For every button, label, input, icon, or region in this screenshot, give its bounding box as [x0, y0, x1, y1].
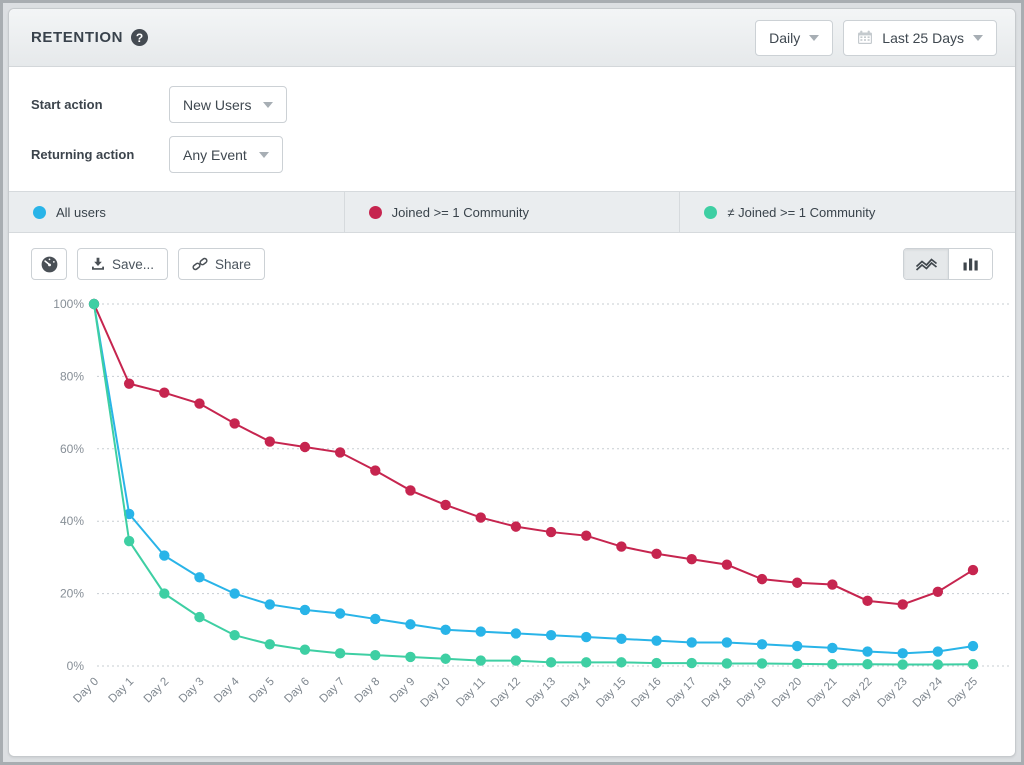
help-icon[interactable]: ?	[131, 29, 148, 46]
svg-text:Day 24: Day 24	[911, 675, 946, 710]
svg-text:Day 6: Day 6	[282, 676, 312, 706]
returning-action-row: Returning action Any Event	[31, 136, 993, 173]
legend-tab-not-joined-community[interactable]: ≠ Joined >= 1 Community	[679, 192, 1015, 232]
save-label: Save...	[112, 257, 154, 272]
start-action-row: Start action New Users	[31, 86, 993, 123]
svg-text:Day 12: Day 12	[489, 676, 523, 710]
gauge-icon	[40, 255, 59, 274]
chevron-down-icon	[809, 35, 819, 41]
svg-text:Day 20: Day 20	[770, 676, 804, 710]
retention-line-chart: 0%20%40%60%80%100%Day 0Day 1Day 2Day 3Da…	[9, 284, 1017, 744]
svg-text:Day 17: Day 17	[665, 676, 699, 710]
svg-text:80%: 80%	[60, 369, 84, 383]
add-to-dashboard-button[interactable]	[31, 248, 67, 280]
legend-label: Joined >= 1 Community	[392, 205, 529, 220]
svg-text:Day 5: Day 5	[247, 676, 277, 706]
granularity-dropdown[interactable]: Daily	[755, 20, 833, 56]
series-legend: All users Joined >= 1 Community ≠ Joined…	[9, 191, 1015, 233]
svg-text:Day 8: Day 8	[353, 676, 383, 706]
legend-label: All users	[56, 205, 106, 220]
start-action-dropdown[interactable]: New Users	[169, 86, 287, 123]
svg-text:Day 11: Day 11	[454, 676, 488, 710]
svg-text:Day 0: Day 0	[71, 676, 101, 706]
line-chart-toggle[interactable]	[904, 249, 948, 279]
svg-text:20%: 20%	[60, 587, 84, 601]
svg-text:Day 23: Day 23	[876, 676, 910, 710]
link-icon	[192, 256, 208, 272]
svg-text:Day 15: Day 15	[594, 676, 628, 710]
start-action-value: New Users	[183, 97, 251, 113]
svg-text:Day 3: Day 3	[177, 676, 207, 706]
svg-text:Day 2: Day 2	[142, 676, 172, 706]
series-dot-red	[369, 206, 382, 219]
svg-text:Day 21: Day 21	[805, 676, 839, 710]
chevron-down-icon	[263, 102, 273, 108]
chevron-down-icon	[259, 152, 269, 158]
date-range-value: Last 25 Days	[882, 30, 964, 46]
svg-text:Day 13: Day 13	[524, 676, 558, 710]
legend-label: ≠ Joined >= 1 Community	[727, 205, 875, 220]
svg-text:Day 19: Day 19	[735, 676, 769, 710]
svg-text:Day 18: Day 18	[700, 676, 734, 710]
date-range-dropdown[interactable]: Last 25 Days	[843, 20, 997, 56]
save-button[interactable]: Save...	[77, 248, 168, 280]
svg-text:Day 4: Day 4	[212, 675, 242, 705]
svg-text:Day 1: Day 1	[107, 676, 137, 706]
returning-action-dropdown[interactable]: Any Event	[169, 136, 283, 173]
bar-chart-toggle[interactable]	[948, 249, 992, 279]
bar-chart-icon	[962, 256, 979, 272]
page-title: RETENTION	[31, 29, 123, 46]
line-chart-icon	[915, 256, 938, 272]
svg-text:Day 16: Day 16	[629, 676, 663, 710]
chart-type-toggle	[903, 248, 993, 280]
chart-toolbar: Save... Share	[9, 248, 1015, 280]
svg-text:Day 7: Day 7	[318, 676, 348, 706]
svg-text:100%: 100%	[53, 297, 84, 311]
svg-text:60%: 60%	[60, 442, 84, 456]
panel-header: RETENTION ? Daily Last 25 Days	[9, 9, 1015, 67]
series-dot-blue	[33, 206, 46, 219]
series-dot-teal	[704, 206, 717, 219]
svg-text:Day 14: Day 14	[559, 675, 594, 710]
svg-text:Day 9: Day 9	[388, 676, 418, 706]
svg-text:Day 22: Day 22	[840, 676, 874, 710]
share-button[interactable]: Share	[178, 248, 265, 280]
chevron-down-icon	[973, 35, 983, 41]
returning-action-label: Returning action	[31, 147, 169, 162]
start-action-label: Start action	[31, 97, 169, 112]
svg-text:40%: 40%	[60, 514, 84, 528]
retention-chart: 0%20%40%60%80%100%Day 0Day 1Day 2Day 3Da…	[9, 284, 1015, 749]
svg-text:Day 10: Day 10	[418, 676, 452, 710]
calendar-icon	[857, 30, 873, 45]
download-icon	[91, 257, 105, 271]
retention-panel: RETENTION ? Daily Last 25 Days	[8, 8, 1016, 757]
svg-text:Day 25: Day 25	[946, 676, 980, 710]
legend-tab-joined-community[interactable]: Joined >= 1 Community	[344, 192, 680, 232]
chart-section: Save... Share	[9, 233, 1015, 756]
svg-text:0%: 0%	[67, 659, 85, 673]
returning-action-value: Any Event	[183, 147, 247, 163]
share-label: Share	[215, 257, 251, 272]
filters-section: Start action New Users Returning action …	[9, 67, 1015, 191]
legend-tab-all-users[interactable]: All users	[9, 192, 344, 232]
granularity-value: Daily	[769, 30, 800, 46]
